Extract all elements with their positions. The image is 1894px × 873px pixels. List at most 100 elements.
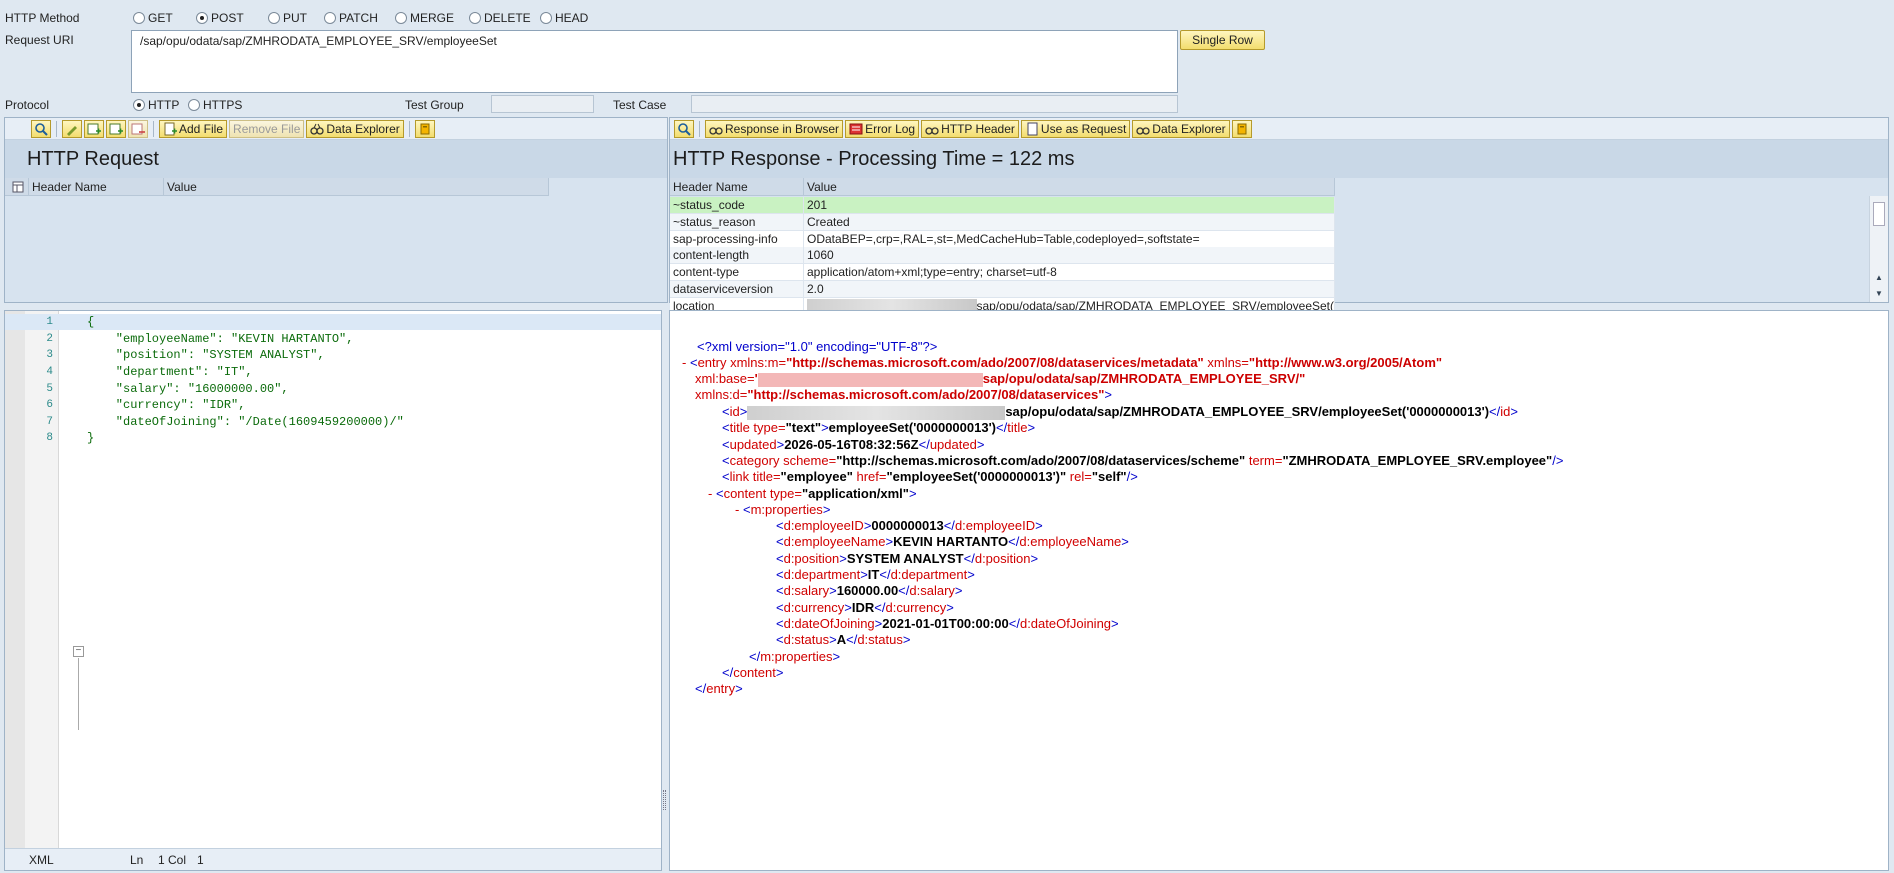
request-data-explorer-button[interactable]: Data Explorer (306, 119, 404, 138)
method-radio-put[interactable]: PUT (268, 11, 307, 25)
table-row[interactable]: content-length 1060 (670, 247, 1335, 265)
radio-selected-icon (133, 99, 145, 111)
header-value-cell: 201 (804, 197, 1335, 213)
code-line: 4 "department": "IT", (5, 364, 661, 381)
code-text: "department": "IT", (87, 365, 253, 380)
radio-icon (469, 12, 481, 24)
request-title: HTTP Request (5, 140, 667, 178)
scroll-thumb[interactable] (1873, 202, 1885, 226)
xml-property-line: <d:currency>IDR</d:currency> (776, 599, 954, 615)
code-text: "employeeName": "KEVIN HARTANTO", (87, 331, 354, 346)
protocol-label: Protocol (5, 98, 50, 112)
response-zoom-icon[interactable] (674, 119, 694, 138)
method-radio-delete[interactable]: DELETE (469, 11, 531, 25)
code-line: 1{ (5, 314, 661, 331)
method-radio-head[interactable]: HEAD (540, 11, 588, 25)
xml-property-line: <d:salary>160000.00</d:salary> (776, 583, 963, 599)
request-col-value[interactable]: Value (164, 178, 549, 195)
zoom-icon[interactable] (31, 119, 51, 138)
line-number: 2 (46, 332, 53, 345)
scroll-up-icon[interactable]: ▲ (1875, 273, 1883, 282)
method-radio-merge[interactable]: MERGE (395, 11, 454, 25)
radio-icon (133, 12, 145, 24)
xml-id-line: <id> sap/opu/odata/sap/ZMHRODATA_EMPLOYEE… (722, 404, 1518, 420)
table-row[interactable]: content-type application/atom+xml;type=en… (670, 264, 1335, 282)
header-name-cell: ~status_reason (670, 213, 804, 230)
xml-property-line: <d:department>IT</d:department> (776, 566, 975, 582)
code-line: 6 "currency": "IDR", (5, 397, 661, 414)
single-row-button[interactable]: Single Row (1180, 30, 1265, 50)
method-radio-get[interactable]: GET (133, 11, 173, 25)
table-row[interactable]: dataserviceversion 2.0 (670, 281, 1335, 298)
protocol-https-radio[interactable]: HTTPS (188, 98, 242, 112)
xml-nsd-line: xmlns:d="http://schemas.microsoft.com/ad… (695, 387, 1112, 402)
collapse-toggle[interactable]: - (682, 355, 686, 370)
radio-icon (188, 99, 200, 111)
method-radio-patch[interactable]: PATCH (324, 11, 378, 25)
request-uri-field[interactable]: /sap/opu/odata/sap/ZMHRODATA_EMPLOYEE_SR… (131, 30, 1178, 93)
response-col-value[interactable]: Value (804, 178, 1335, 195)
xml-property-line: <d:employeeName>KEVIN HARTANTO</d:employ… (776, 534, 1129, 550)
xml-base-line: xml:base=' sap/opu/odata/sap/ZMHRODATA_EM… (695, 371, 1306, 387)
code-text: { (87, 315, 95, 330)
xml-link-line: <link title="employee" href="employeeSet… (722, 469, 1138, 484)
request-col-header-name[interactable]: Header Name (29, 178, 164, 195)
xml-content-close: </content> (722, 665, 784, 680)
header-value-cell: application/atom+xml;type=entry; charset… (804, 264, 1335, 281)
collapse-toggle[interactable]: - (708, 486, 712, 501)
add-file-button[interactable]: Add File (159, 119, 228, 138)
response-settings-icon[interactable] (1231, 119, 1252, 138)
code-line: 5 "salary": "16000000.00", (5, 380, 661, 397)
remove-file-button[interactable]: Remove File (229, 119, 305, 138)
request-settings-icon[interactable] (414, 119, 435, 138)
error-log-button[interactable]: Error Log (845, 119, 920, 138)
document-icon (1027, 122, 1038, 135)
binoculars-icon (1136, 126, 1150, 135)
test-case-label: Test Case (613, 98, 667, 112)
append-row-icon[interactable] (106, 119, 126, 138)
processing-time: 122 (1008, 147, 1043, 170)
table-row[interactable]: ~status_reason Created (670, 213, 1335, 231)
protocol-http-radio[interactable]: HTTP (133, 98, 179, 112)
radio-icon (540, 12, 552, 24)
table-row[interactable]: sap-processing-info ODataBEP=,crp=,RAL=,s… (670, 230, 1335, 248)
insert-row-icon[interactable] (84, 119, 104, 138)
radio-icon (395, 12, 407, 24)
scroll-down-icon[interactable]: ▼ (1875, 289, 1883, 298)
table-row[interactable]: ~status_code 201 (670, 197, 1335, 214)
status-pos: 1 Col (158, 853, 187, 867)
binoculars-icon (925, 126, 939, 135)
response-header-panel: Response in Browser Error Log HTTP Heade… (669, 117, 1889, 315)
response-col-header-name[interactable]: Header Name (670, 178, 804, 195)
redacted-host (757, 372, 983, 387)
radio-icon (324, 12, 336, 24)
fold-toggle-icon[interactable]: − (73, 646, 84, 657)
http-header-button[interactable]: HTTP Header (921, 119, 1019, 138)
line-number: 4 (46, 366, 53, 379)
xml-property-line: <d:status>A</d:status> (776, 632, 911, 648)
table-layout-icon[interactable] (5, 178, 29, 195)
xml-property-line: <d:dateOfJoining>2021-01-01T00:00:00</d:… (776, 615, 1119, 631)
response-in-browser-button[interactable]: Response in Browser (705, 119, 844, 138)
request-body-editor[interactable]: 1{2 "employeeName": "KEVIN HARTANTO", 3 "… (4, 310, 662, 871)
status-ln: Ln (130, 853, 144, 867)
test-case-field[interactable] (691, 95, 1178, 113)
delete-row-icon[interactable] (128, 119, 148, 138)
response-header-scrollbar[interactable]: ▲ ▼ (1869, 196, 1888, 302)
request-uri-label: Request URI (5, 33, 74, 47)
response-toolbar: Response in Browser Error Log HTTP Heade… (670, 118, 1888, 140)
test-group-field[interactable] (491, 95, 594, 113)
header-name-cell: dataserviceversion (670, 281, 804, 297)
collapse-toggle[interactable]: - (735, 502, 739, 517)
error-log-icon (849, 123, 863, 134)
response-data-explorer-button[interactable]: Data Explorer (1132, 119, 1230, 138)
response-header-table-head: Header Name Value (670, 178, 1335, 196)
code-line: 8} (5, 430, 661, 447)
request-toolbar: Add File Remove File Data Explorer (5, 118, 667, 140)
use-as-request-button[interactable]: Use as Request (1020, 119, 1131, 138)
xml-content-line: - <content type="application/xml"> (708, 486, 917, 501)
edit-icon[interactable] (62, 119, 82, 138)
code-line: 2 "employeeName": "KEVIN HARTANTO", (5, 331, 661, 348)
vertical-splitter[interactable] (662, 310, 668, 871)
method-radio-post[interactable]: POST (196, 11, 244, 25)
